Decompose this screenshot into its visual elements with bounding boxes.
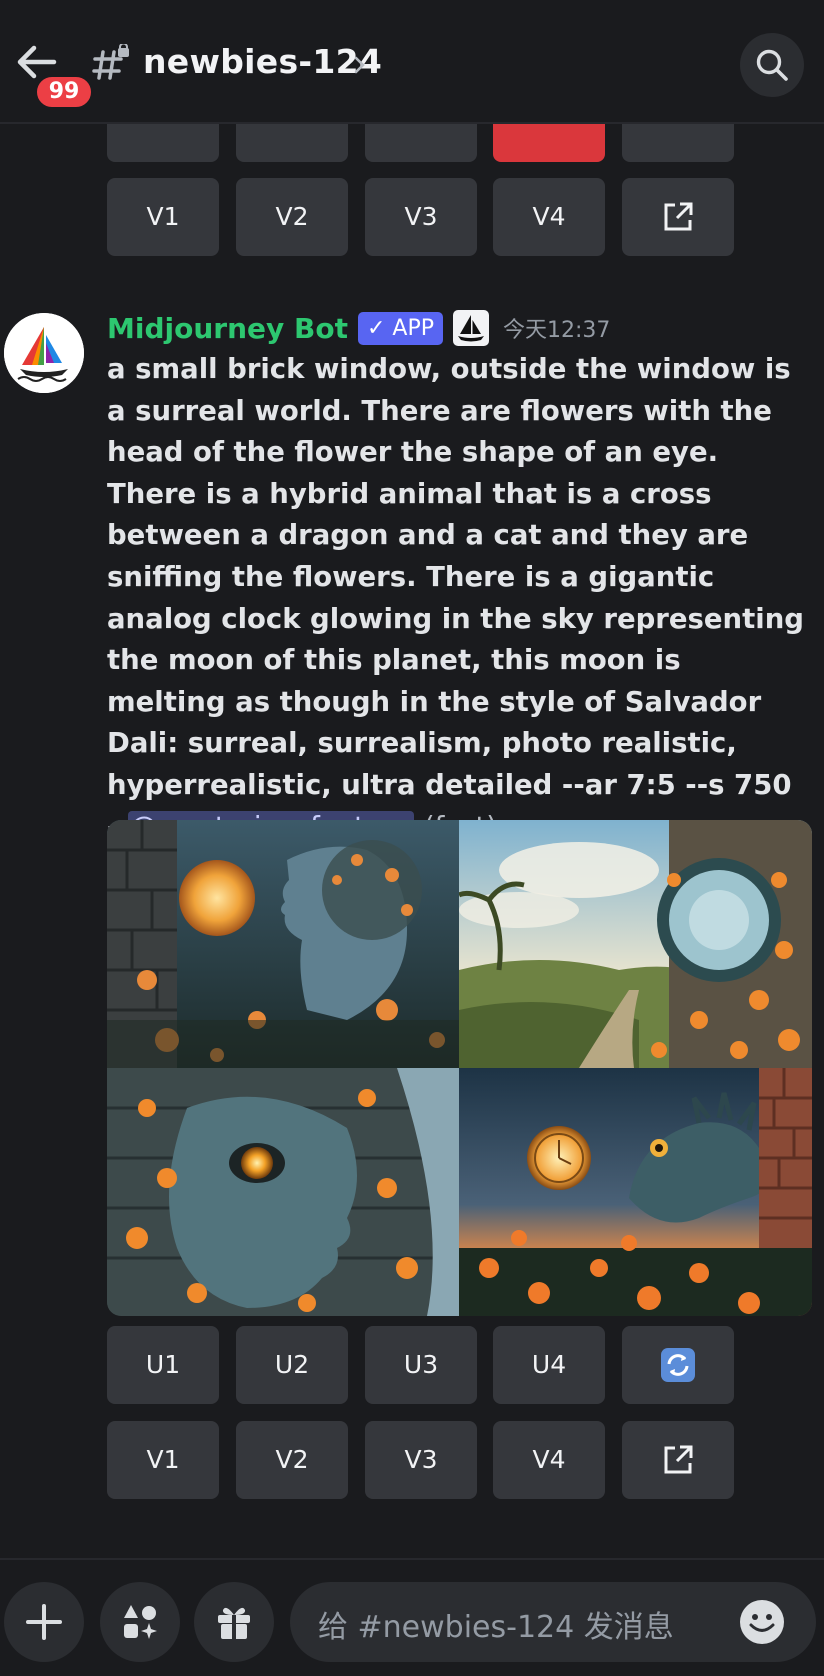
generated-image-4[interactable] (459, 1068, 812, 1316)
variation-button-4[interactable]: V4 (493, 1421, 605, 1499)
message-composer: 给 #newbies-124 发消息 (0, 1558, 824, 1676)
message-timestamp: 今天12:37 (502, 318, 611, 343)
bot-avatar[interactable] (4, 313, 84, 393)
channel-hash-lock-icon (92, 42, 130, 84)
emoji-icon[interactable] (738, 1598, 786, 1646)
upscale-button-2[interactable]: U2 (236, 1326, 348, 1404)
plus-icon (26, 1604, 62, 1640)
open-external-icon (664, 1445, 693, 1474)
gift-button[interactable] (194, 1582, 274, 1662)
variation-button-1-top[interactable]: V1 (107, 178, 219, 256)
attach-button[interactable] (4, 1582, 84, 1662)
open-external-icon (664, 202, 693, 231)
generated-image-1[interactable] (107, 820, 459, 1068)
message-input-placeholder: 给 #newbies-124 发消息 (318, 1610, 674, 1645)
open-external-button[interactable] (622, 1421, 734, 1499)
variation-button-3[interactable]: V3 (365, 1421, 477, 1499)
upscale-button-1[interactable]: U1 (107, 1326, 219, 1404)
app-tag: ✓ APP (357, 311, 443, 345)
channel-title[interactable]: newbies-124 (143, 42, 382, 81)
reroll-button[interactable] (622, 1326, 734, 1404)
generated-image-2[interactable] (459, 820, 812, 1068)
unread-badge: 99 (34, 74, 94, 110)
search-button[interactable] (740, 33, 804, 97)
apps-button[interactable] (100, 1582, 180, 1662)
chevron-right-icon[interactable] (352, 52, 368, 78)
reroll-icon (661, 1348, 695, 1382)
generated-image-grid[interactable] (107, 820, 812, 1316)
message-input[interactable]: 给 #newbies-124 发消息 (290, 1582, 816, 1662)
prompt-text: a small brick window, outside the window… (107, 353, 804, 843)
variation-button-4-top[interactable]: V4 (493, 178, 605, 256)
search-icon (756, 49, 788, 81)
message-header: Midjourney Bot ✓ APP 今天12:37 (107, 305, 610, 351)
gift-icon (218, 1607, 250, 1639)
variation-button-2[interactable]: V2 (236, 1421, 348, 1499)
channel-header: 99 newbies-124 (0, 0, 824, 124)
sailboat-icon (452, 310, 489, 346)
variation-button-3-top[interactable]: V3 (365, 178, 477, 256)
generated-image-3[interactable] (107, 1068, 459, 1316)
author-name[interactable]: Midjourney Bot (107, 312, 348, 345)
upscale-button-4[interactable]: U4 (493, 1326, 605, 1404)
message-content: a small brick window, outside the window… (107, 349, 807, 848)
open-external-button-top[interactable] (622, 178, 734, 256)
variation-button-2-top[interactable]: V2 (236, 178, 348, 256)
apps-icon (124, 1605, 157, 1639)
upscale-button-3[interactable]: U3 (365, 1326, 477, 1404)
variation-button-1[interactable]: V1 (107, 1421, 219, 1499)
